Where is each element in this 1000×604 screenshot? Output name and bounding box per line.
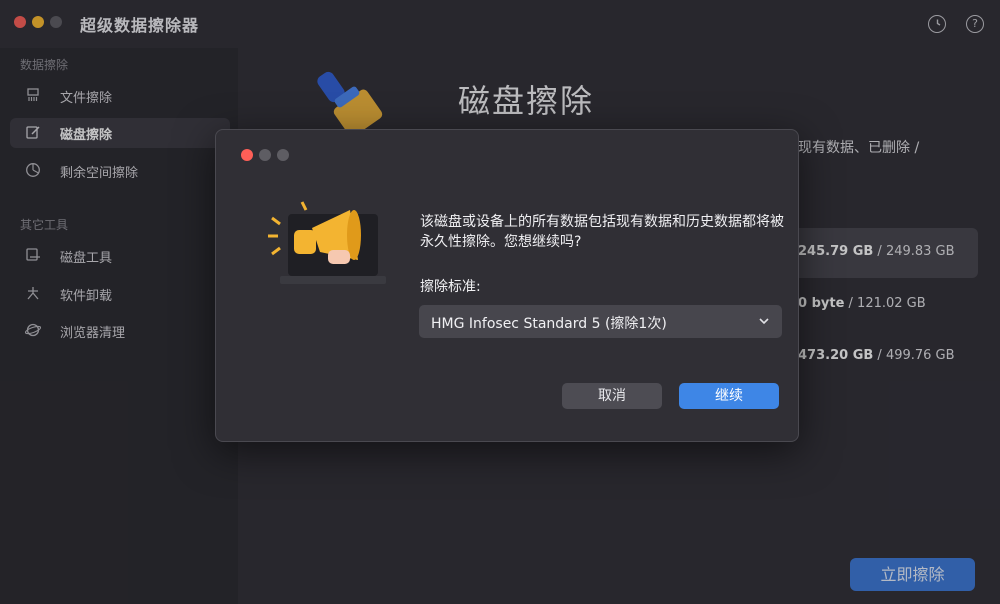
cancel-button[interactable]: 取消 <box>562 383 662 409</box>
confirm-erase-dialog: 该磁盘或设备上的所有数据包括现有数据和历史数据都将被永久性擦除。您想继续吗? 擦… <box>215 129 799 442</box>
continue-button[interactable]: 继续 <box>679 383 779 409</box>
dialog-close-button[interactable] <box>241 149 253 161</box>
dialog-minimize-button <box>259 149 271 161</box>
chevron-down-icon <box>758 311 770 334</box>
dialog-message: 该磁盘或设备上的所有数据包括现有数据和历史数据都将被永久性擦除。您想继续吗? <box>420 214 784 250</box>
megaphone-illustration <box>268 201 386 284</box>
erase-standard-value: HMG Infosec Standard 5 (擦除1次) <box>431 316 667 332</box>
erase-standard-label: 擦除标准: <box>420 279 481 295</box>
dialog-zoom-button <box>277 149 289 161</box>
app-window: 超级数据擦除器 ? 数据擦除 文件擦除 磁盘擦除 剩余空间擦除 其它工具 磁盘工… <box>0 0 1000 604</box>
erase-standard-select[interactable]: HMG Infosec Standard 5 (擦除1次) <box>419 305 782 338</box>
